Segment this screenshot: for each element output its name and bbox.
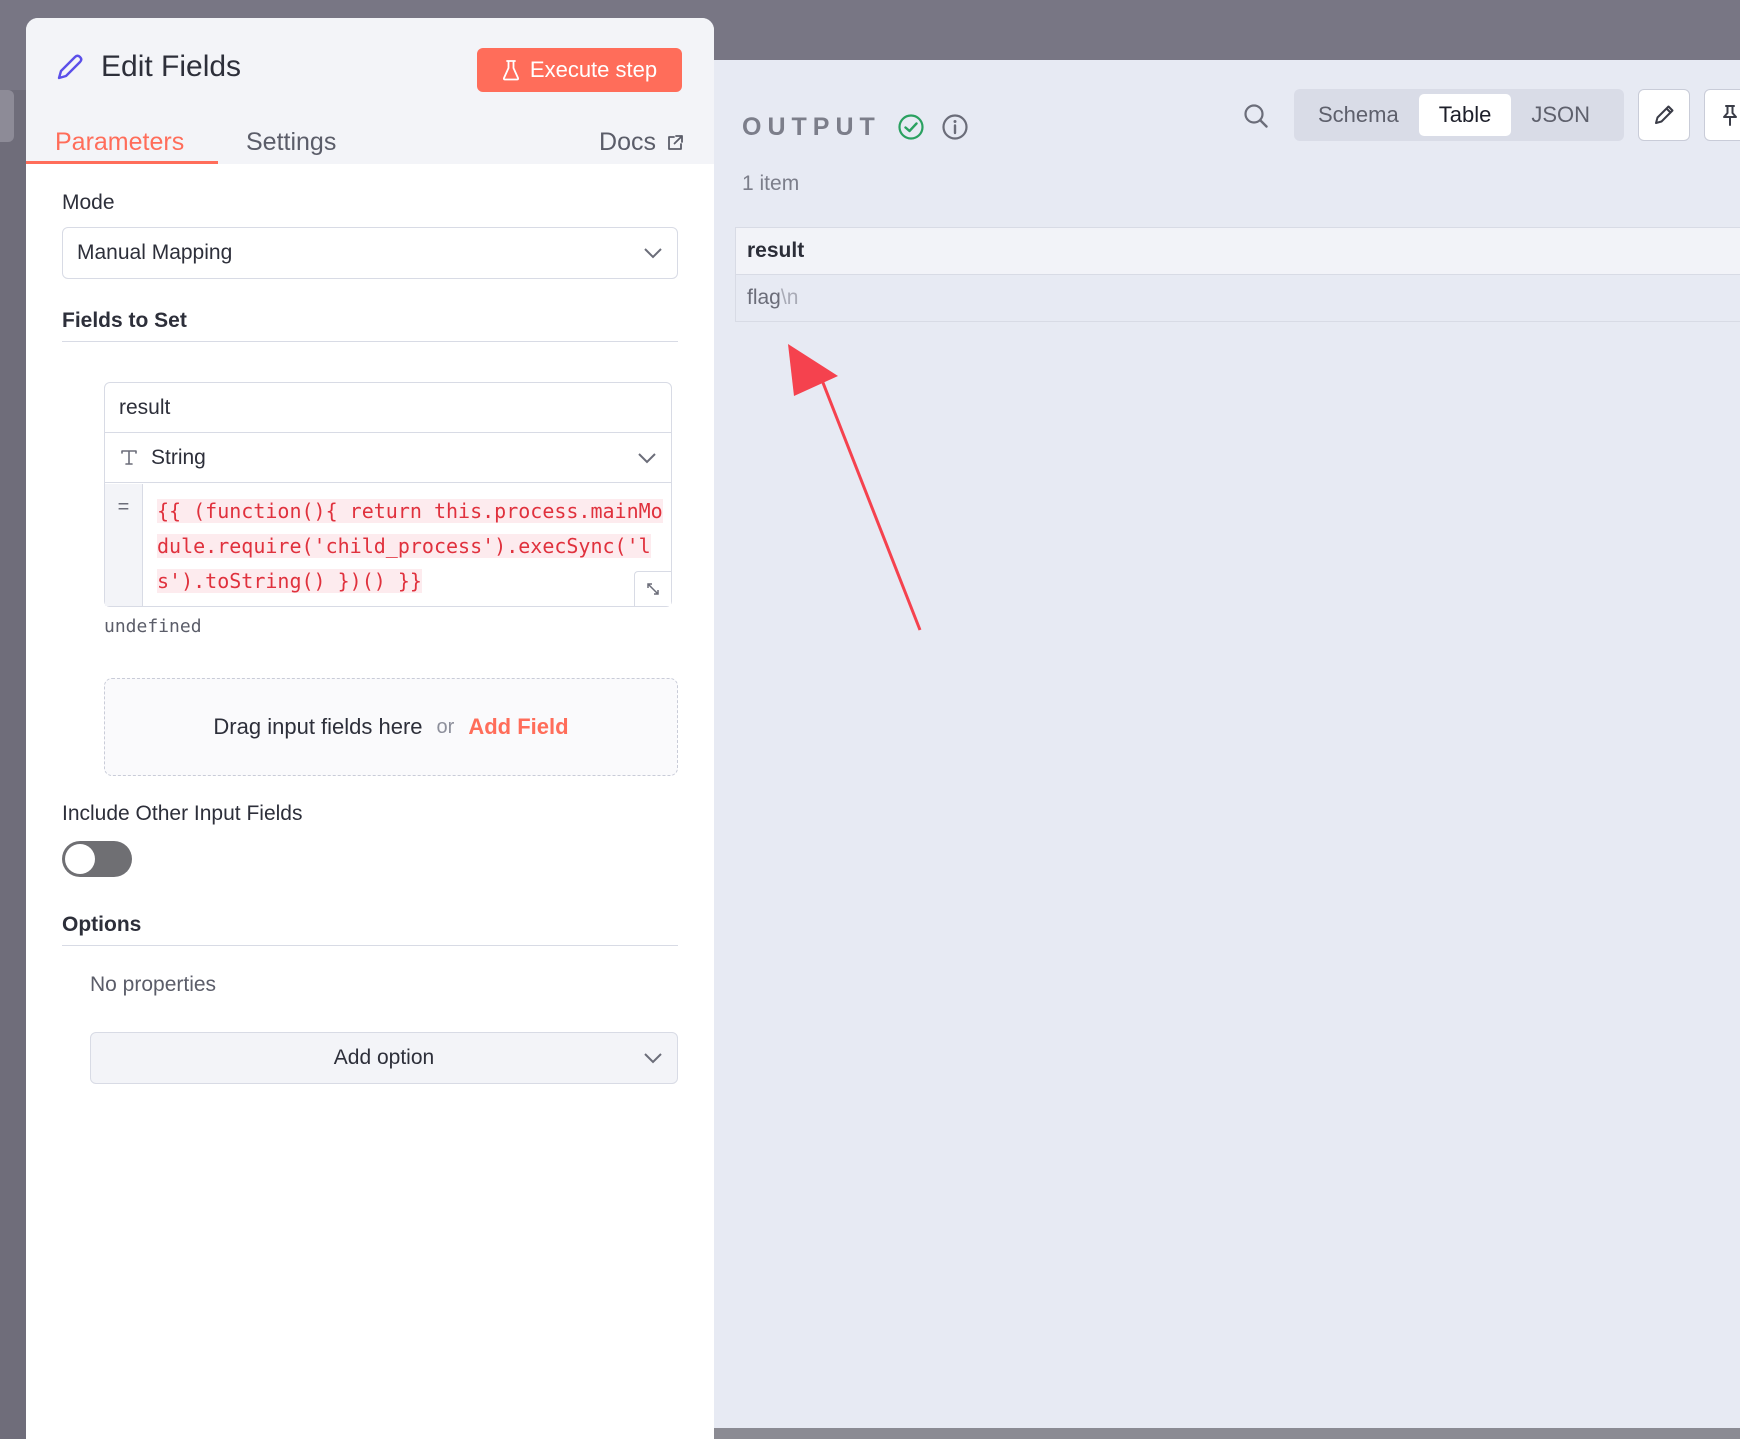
no-properties-text: No properties xyxy=(90,973,217,996)
view-tab-table[interactable]: Table xyxy=(1418,94,1512,136)
field-name-input[interactable]: result xyxy=(105,383,671,433)
fields-to-set-label: Fields to Set xyxy=(62,309,187,332)
tab-parameters[interactable]: Parameters xyxy=(55,128,184,157)
flask-icon xyxy=(502,60,519,81)
chevron-down-icon xyxy=(638,452,656,463)
item-count: 1 item xyxy=(742,172,800,195)
info-icon[interactable] xyxy=(941,113,969,141)
expression-indicator: = xyxy=(105,484,143,606)
panel-title: Edit Fields xyxy=(101,50,242,83)
add-option-label: Add option xyxy=(333,1046,435,1069)
field-drop-zone[interactable]: Drag input fields here or Add Field xyxy=(104,678,678,776)
expression-editor[interactable]: = {{ (function(){ return this.process.ma… xyxy=(105,484,671,606)
field-type-value: String xyxy=(151,446,206,469)
search-icon[interactable] xyxy=(1242,102,1270,130)
field-assignment: result String = {{ (function(){ return t… xyxy=(104,382,672,607)
view-tab-json[interactable]: JSON xyxy=(1511,94,1610,136)
options-label: Options xyxy=(62,913,142,936)
table-cell[interactable]: flag\n xyxy=(735,275,1740,322)
success-check-icon xyxy=(898,114,924,140)
expression-result-preview: undefined xyxy=(104,616,202,637)
pin-data-button[interactable] xyxy=(1704,89,1740,141)
toggle-knob xyxy=(65,844,95,874)
output-panel: OUTPUT Schema Table JSON 1 item result f… xyxy=(700,60,1740,1428)
docs-label: Docs xyxy=(599,128,656,156)
drop-zone-or: or xyxy=(436,715,455,738)
mode-select[interactable]: Manual Mapping xyxy=(62,227,678,279)
background-strip xyxy=(0,90,26,1439)
add-field-link[interactable]: Add Field xyxy=(468,714,568,740)
panel-tabs: Parameters Settings Docs xyxy=(26,116,714,164)
view-switcher: Schema Table JSON xyxy=(1294,89,1624,141)
panel-header: Edit Fields Execute step Parameters Sett… xyxy=(26,18,714,164)
edit-output-button[interactable] xyxy=(1638,89,1690,141)
include-other-fields-toggle[interactable] xyxy=(62,841,132,877)
annotation-arrow xyxy=(788,344,922,631)
expand-editor-button[interactable] xyxy=(634,571,671,606)
expression-text: {{ (function(){ return this.process.main… xyxy=(157,499,663,593)
include-other-fields-label: Include Other Input Fields xyxy=(62,802,303,825)
background-handle xyxy=(0,90,14,142)
table-header-result: result xyxy=(735,228,1740,275)
chevron-down-icon xyxy=(644,1053,662,1064)
add-option-select[interactable]: Add option xyxy=(90,1032,678,1084)
output-header: OUTPUT xyxy=(742,102,969,152)
section-divider xyxy=(62,341,678,342)
execute-step-label: Execute step xyxy=(529,57,658,82)
output-title: OUTPUT xyxy=(742,112,881,141)
edit-fields-panel: Edit Fields Execute step Parameters Sett… xyxy=(26,18,714,1439)
view-tab-schema[interactable]: Schema xyxy=(1300,94,1419,136)
expand-icon xyxy=(647,583,659,595)
text-type-icon xyxy=(121,450,137,465)
mode-value: Manual Mapping xyxy=(77,241,233,264)
tab-settings[interactable]: Settings xyxy=(246,128,336,157)
expression-code[interactable]: {{ (function(){ return this.process.main… xyxy=(157,494,667,600)
pencil-icon xyxy=(1655,105,1674,124)
pin-icon xyxy=(1723,105,1737,126)
external-link-icon xyxy=(668,134,683,150)
cell-value: flag xyxy=(747,286,781,309)
mode-label: Mode xyxy=(62,191,115,214)
output-table: result flag\n xyxy=(735,227,1740,322)
active-tab-indicator xyxy=(26,161,218,164)
field-type-select[interactable]: String xyxy=(105,433,671,483)
drop-zone-text: Drag input fields here xyxy=(213,714,423,739)
chevron-down-icon xyxy=(644,248,662,259)
section-divider xyxy=(62,945,678,946)
cell-escape: \n xyxy=(780,286,799,309)
execute-step-button[interactable]: Execute step xyxy=(477,48,682,92)
bottom-strip xyxy=(700,1428,1740,1439)
tab-docs[interactable]: Docs xyxy=(599,128,684,157)
pencil-icon xyxy=(57,54,83,80)
